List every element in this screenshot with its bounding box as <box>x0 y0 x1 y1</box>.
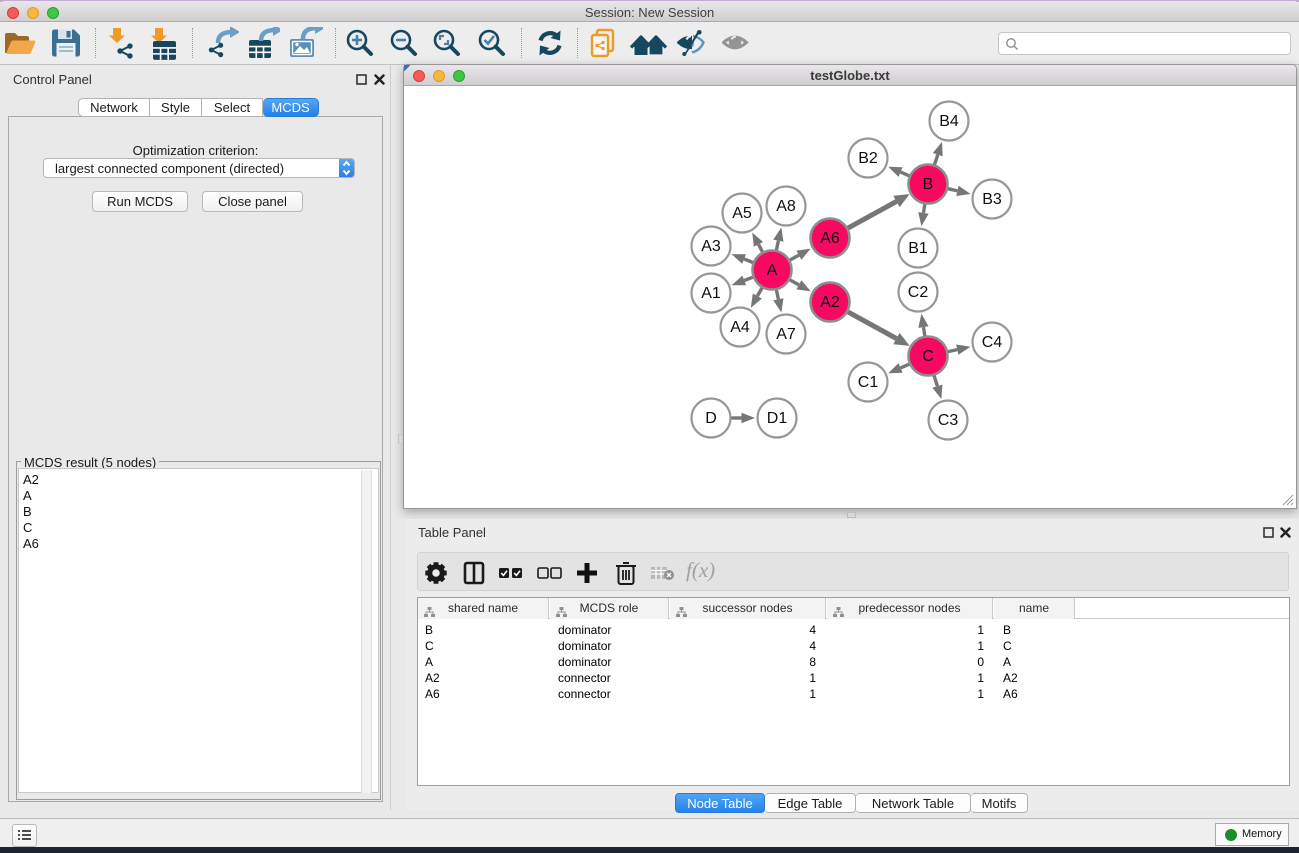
svg-text:A4: A4 <box>730 319 750 336</box>
svg-text:C3: C3 <box>938 412 959 429</box>
svg-text:C2: C2 <box>908 284 929 301</box>
svg-text:B: B <box>923 176 934 193</box>
svg-text:D: D <box>705 410 717 427</box>
svg-text:A: A <box>767 262 778 279</box>
svg-text:A2: A2 <box>820 294 840 311</box>
svg-text:A5: A5 <box>732 205 752 222</box>
svg-text:B4: B4 <box>939 113 959 130</box>
svg-text:C4: C4 <box>982 334 1003 351</box>
svg-text:A1: A1 <box>701 285 721 302</box>
svg-text:A7: A7 <box>776 326 796 343</box>
svg-text:D1: D1 <box>767 410 788 427</box>
svg-text:B3: B3 <box>982 191 1002 208</box>
svg-text:A8: A8 <box>776 198 796 215</box>
svg-text:B2: B2 <box>858 150 878 167</box>
svg-text:B1: B1 <box>908 240 928 257</box>
svg-text:A3: A3 <box>701 238 721 255</box>
svg-text:A6: A6 <box>820 230 840 247</box>
svg-text:C1: C1 <box>858 374 879 391</box>
svg-text:C: C <box>922 348 934 365</box>
